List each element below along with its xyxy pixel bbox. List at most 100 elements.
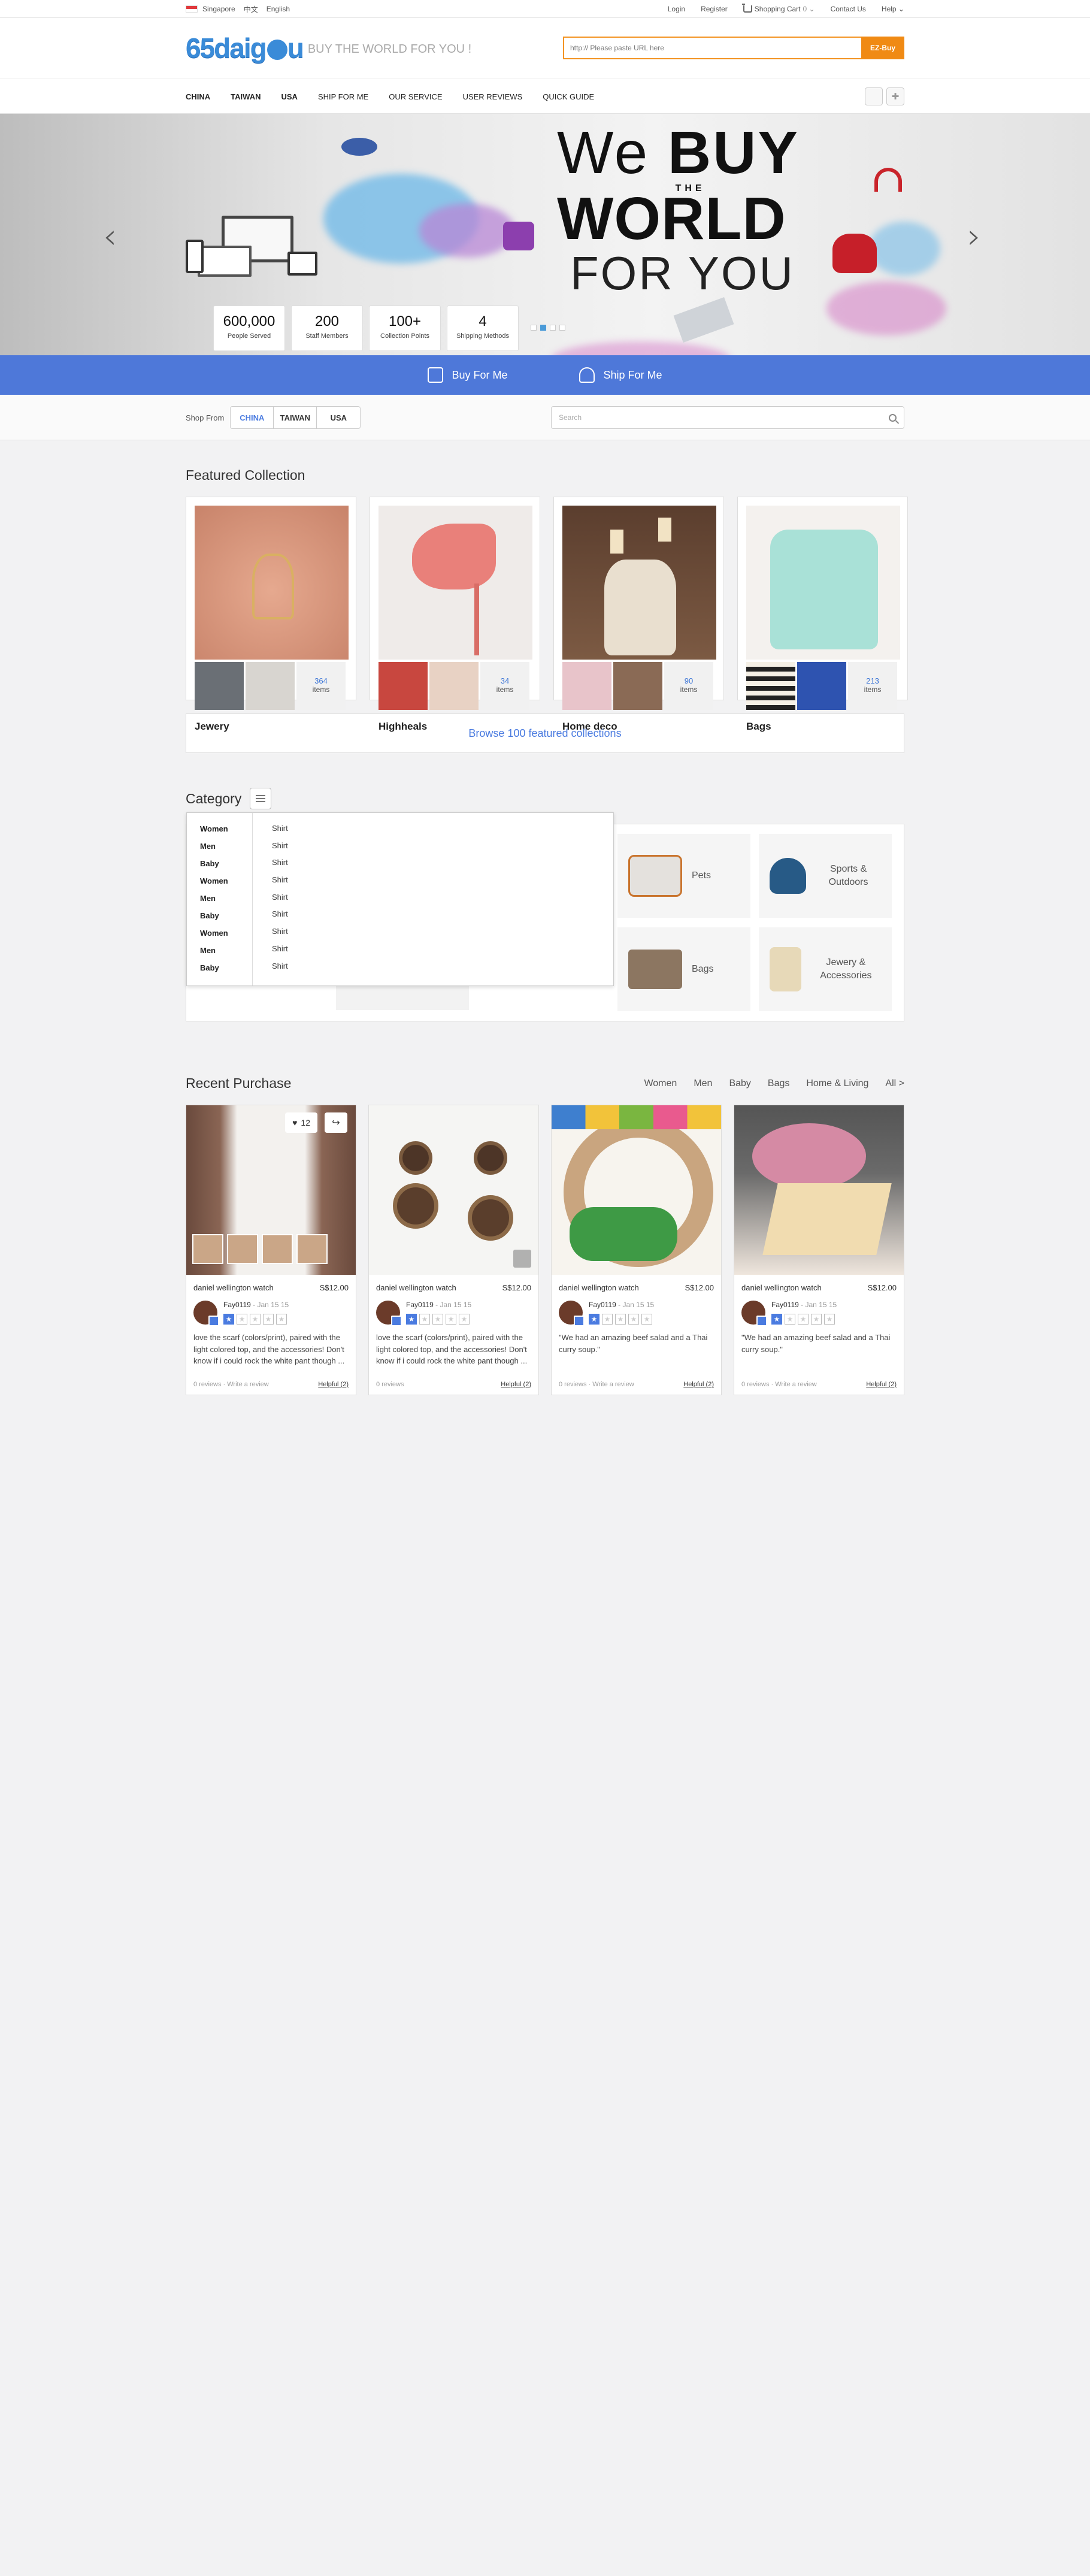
category-menu-left: Women Men Baby Women Men Baby Women Men … (187, 813, 253, 985)
avatar[interactable] (741, 1301, 767, 1326)
purchase-card[interactable]: daniel wellington watch S$12.00 Fay0119 -… (368, 1105, 539, 1395)
category-menu-item[interactable]: Men (200, 890, 252, 907)
subcategory-item[interactable]: Shirt (272, 958, 288, 975)
contact-link[interactable]: Contact Us (831, 5, 866, 13)
count-unit: items (312, 685, 330, 694)
helpful-link[interactable]: Helpful (2) (501, 1381, 531, 1388)
product-search-box[interactable]: Search (551, 406, 904, 429)
nav-item-our-service[interactable]: OUR SERVICE (389, 92, 442, 101)
shop-from-taiwan[interactable]: TAIWAN (274, 407, 317, 428)
carousel-dot[interactable] (550, 325, 556, 331)
reviewer-name[interactable]: Fay0119 (589, 1301, 616, 1309)
subcategory-item[interactable]: Shirt (272, 820, 288, 837)
ez-buy-button[interactable]: EZ-Buy (861, 37, 904, 59)
category-menu-item[interactable]: Baby (200, 959, 252, 976)
category-tile-pets[interactable]: Pets (617, 834, 750, 918)
android-app-icon[interactable]: ✚ (886, 87, 904, 105)
like-button[interactable]: ♥ 12 (285, 1112, 317, 1133)
subcategory-item[interactable]: Shirt (272, 872, 288, 889)
country-selector[interactable]: Singapore (202, 5, 235, 13)
purchase-thumb[interactable] (192, 1234, 223, 1264)
category-tile-jewery[interactable]: Jewery & Accessories (759, 927, 892, 1011)
carousel-dot[interactable] (531, 325, 537, 331)
reviewer-name[interactable]: Fay0119 (406, 1301, 434, 1309)
expand-icon[interactable] (513, 1250, 531, 1268)
category-menu-item[interactable]: Men (200, 942, 252, 959)
site-logo[interactable]: 65daig u (186, 32, 304, 64)
carousel-dot[interactable] (559, 325, 565, 331)
collection-card-jewery[interactable]: 364 items Jewery (186, 497, 356, 732)
avatar[interactable] (376, 1301, 402, 1326)
subcategory-item[interactable]: Shirt (272, 923, 288, 941)
nav-item-ship-for-me[interactable]: SHIP FOR ME (318, 92, 368, 101)
category-menu-item[interactable]: Women (200, 820, 252, 837)
tab-bags[interactable]: Bags (768, 1078, 789, 1089)
subcategory-item[interactable]: Shirt (272, 854, 288, 872)
category-menu-item[interactable]: Women (200, 924, 252, 942)
subcategory-item[interactable]: Shirt (272, 941, 288, 958)
ship-for-me-button[interactable]: Ship For Me (579, 367, 662, 383)
nav-item-taiwan[interactable]: TAIWAN (231, 92, 261, 101)
language-english-link[interactable]: English (267, 5, 290, 13)
nav-item-user-reviews[interactable]: USER REVIEWS (463, 92, 523, 101)
helpful-link[interactable]: Helpful (2) (683, 1381, 714, 1388)
reviewer-name[interactable]: Fay0119 (223, 1301, 251, 1309)
shop-from-china[interactable]: CHINA (231, 407, 274, 428)
helpful-link[interactable]: Helpful (2) (866, 1381, 897, 1388)
register-link[interactable]: Register (701, 5, 728, 13)
purchase-card[interactable]: daniel wellington watch S$12.00 Fay0119 -… (551, 1105, 722, 1395)
purchase-card[interactable]: ♥ 12 ↪ daniel wellington watch S$12.00 Fay… (186, 1105, 356, 1395)
shopping-cart-link[interactable]: Shopping Cart 0 ⌄ (741, 4, 815, 13)
category-tile-bags[interactable]: Bags (617, 927, 750, 1011)
category-menu-item[interactable]: Women (200, 872, 252, 890)
purchase-thumb[interactable] (227, 1234, 258, 1264)
login-link[interactable]: Login (668, 5, 685, 13)
tab-all[interactable]: All > (885, 1078, 904, 1089)
help-menu[interactable]: Help ⌄ (882, 5, 904, 13)
url-input[interactable] (563, 37, 861, 59)
nav-item-usa[interactable]: USA (281, 92, 297, 101)
hero-prev-arrow[interactable]: ‹ (103, 216, 117, 256)
avatar[interactable] (559, 1301, 585, 1326)
subcategory-item[interactable]: Shirt (272, 837, 288, 855)
search-icon[interactable] (889, 413, 897, 422)
subcategory-item[interactable]: Shirt (272, 889, 288, 906)
category-menu-item[interactable]: Baby (200, 855, 252, 872)
product-title[interactable]: daniel wellington watch (193, 1283, 274, 1292)
nav-item-quick-guide[interactable]: QUICK GUIDE (543, 92, 594, 101)
category-menu-button[interactable] (250, 788, 272, 809)
review-meta[interactable]: 0 reviews · Write a review (741, 1381, 817, 1388)
subcategory-item[interactable]: Shirt (272, 906, 288, 923)
collection-card-bags[interactable]: 213 items Bags (737, 497, 908, 732)
helpful-link[interactable]: Helpful (2) (318, 1381, 349, 1388)
tab-women[interactable]: Women (644, 1078, 677, 1089)
reviewer-name[interactable]: Fay0119 (771, 1301, 799, 1309)
collection-card-home-deco[interactable]: 90 items Home deco (553, 497, 724, 732)
tab-baby[interactable]: Baby (729, 1078, 750, 1089)
language-chinese-link[interactable]: 中文 (244, 4, 258, 14)
category-menu-item[interactable]: Baby (200, 907, 252, 924)
buy-for-me-button[interactable]: Buy For Me (428, 367, 507, 383)
purchase-card[interactable]: daniel wellington watch S$12.00 Fay0119 -… (734, 1105, 904, 1395)
purchase-thumb[interactable] (262, 1234, 293, 1264)
collection-card-highheals[interactable]: 34 items Highheals (370, 497, 540, 732)
share-button[interactable]: ↪ (325, 1112, 347, 1133)
tab-men[interactable]: Men (694, 1078, 712, 1089)
apple-app-icon[interactable] (865, 87, 883, 105)
category-menu-item[interactable]: Men (200, 837, 252, 855)
avatar[interactable] (193, 1301, 219, 1326)
browse-collections-link[interactable]: Browse 100 featured collections (186, 713, 904, 753)
review-meta[interactable]: 0 reviews (376, 1381, 404, 1388)
product-title[interactable]: daniel wellington watch (376, 1283, 456, 1292)
carousel-dot-active[interactable] (540, 325, 546, 331)
product-title[interactable]: daniel wellington watch (559, 1283, 639, 1292)
category-tile-sports[interactable]: Sports & Outdoors (759, 834, 892, 918)
hero-next-arrow[interactable]: › (967, 216, 981, 256)
nav-item-china[interactable]: CHINA (186, 92, 210, 101)
product-title[interactable]: daniel wellington watch (741, 1283, 822, 1292)
purchase-thumb[interactable] (296, 1234, 328, 1264)
review-meta[interactable]: 0 reviews · Write a review (193, 1381, 269, 1388)
tab-home-living[interactable]: Home & Living (806, 1078, 868, 1089)
shop-from-usa[interactable]: USA (317, 407, 360, 428)
review-meta[interactable]: 0 reviews · Write a review (559, 1381, 634, 1388)
